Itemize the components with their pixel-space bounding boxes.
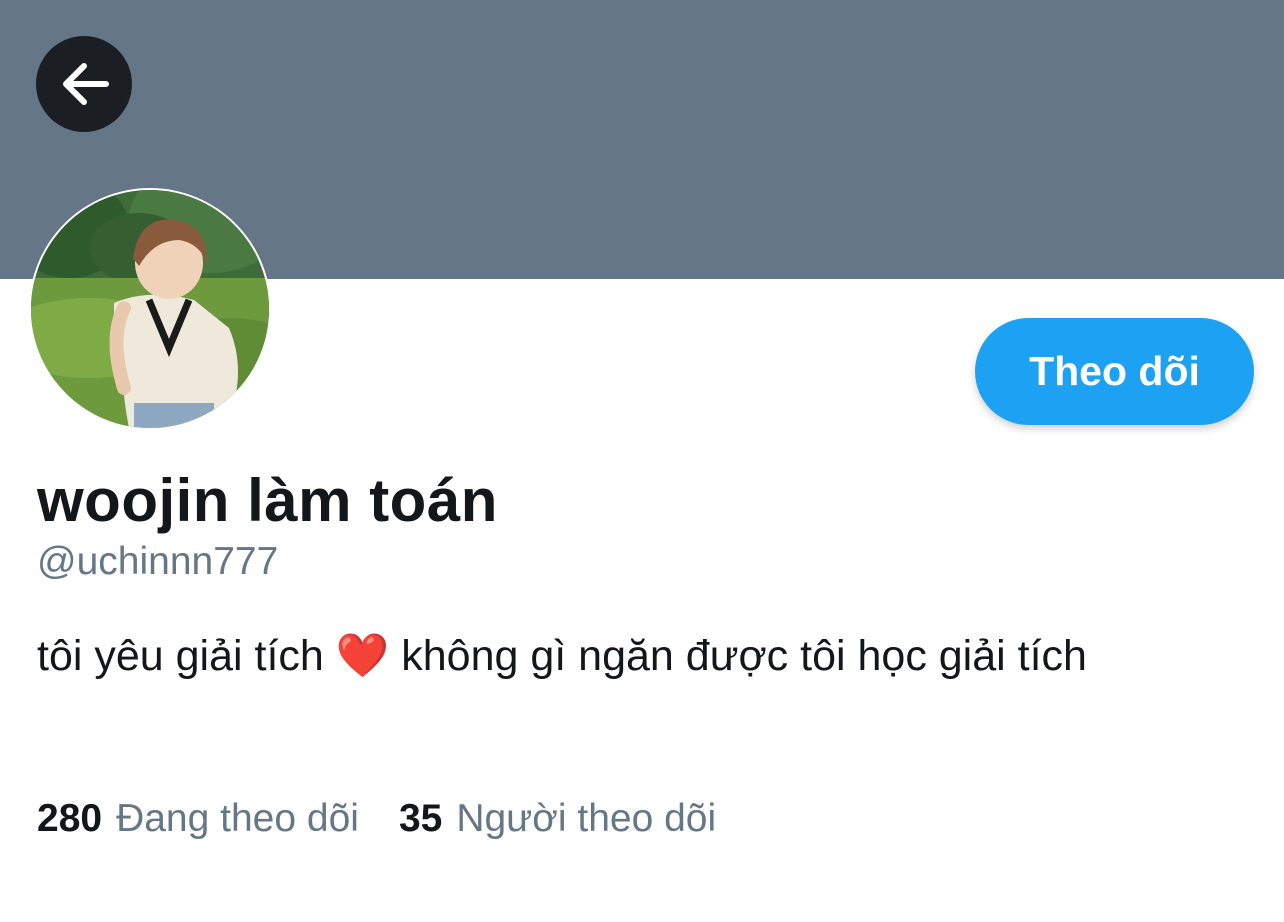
followers-label: Người theo dõi <box>456 797 717 840</box>
profile-bio: tôi yêu giải tích ❤️ không gì ngăn được … <box>37 632 1087 680</box>
followers-stat[interactable]: 35 Người theo dõi <box>399 797 716 841</box>
user-handle: @uchinnn777 <box>37 540 279 583</box>
arrow-left-icon <box>63 63 109 105</box>
following-stat[interactable]: 280 Đang theo dõi <box>37 797 359 841</box>
following-count: 280 <box>37 797 103 840</box>
avatar-photo <box>31 190 269 428</box>
avatar[interactable] <box>29 188 271 430</box>
profile-page: Theo dõi woojin làm toán @uchinnn777 tôi… <box>0 0 1284 922</box>
back-button[interactable] <box>36 36 132 132</box>
display-name: woojin làm toán <box>37 467 498 534</box>
follow-button[interactable]: Theo dõi <box>975 318 1254 425</box>
profile-stats: 280 Đang theo dõi 35 Người theo dõi <box>37 797 716 841</box>
following-label: Đang theo dõi <box>116 797 359 840</box>
followers-count: 35 <box>398 797 443 840</box>
